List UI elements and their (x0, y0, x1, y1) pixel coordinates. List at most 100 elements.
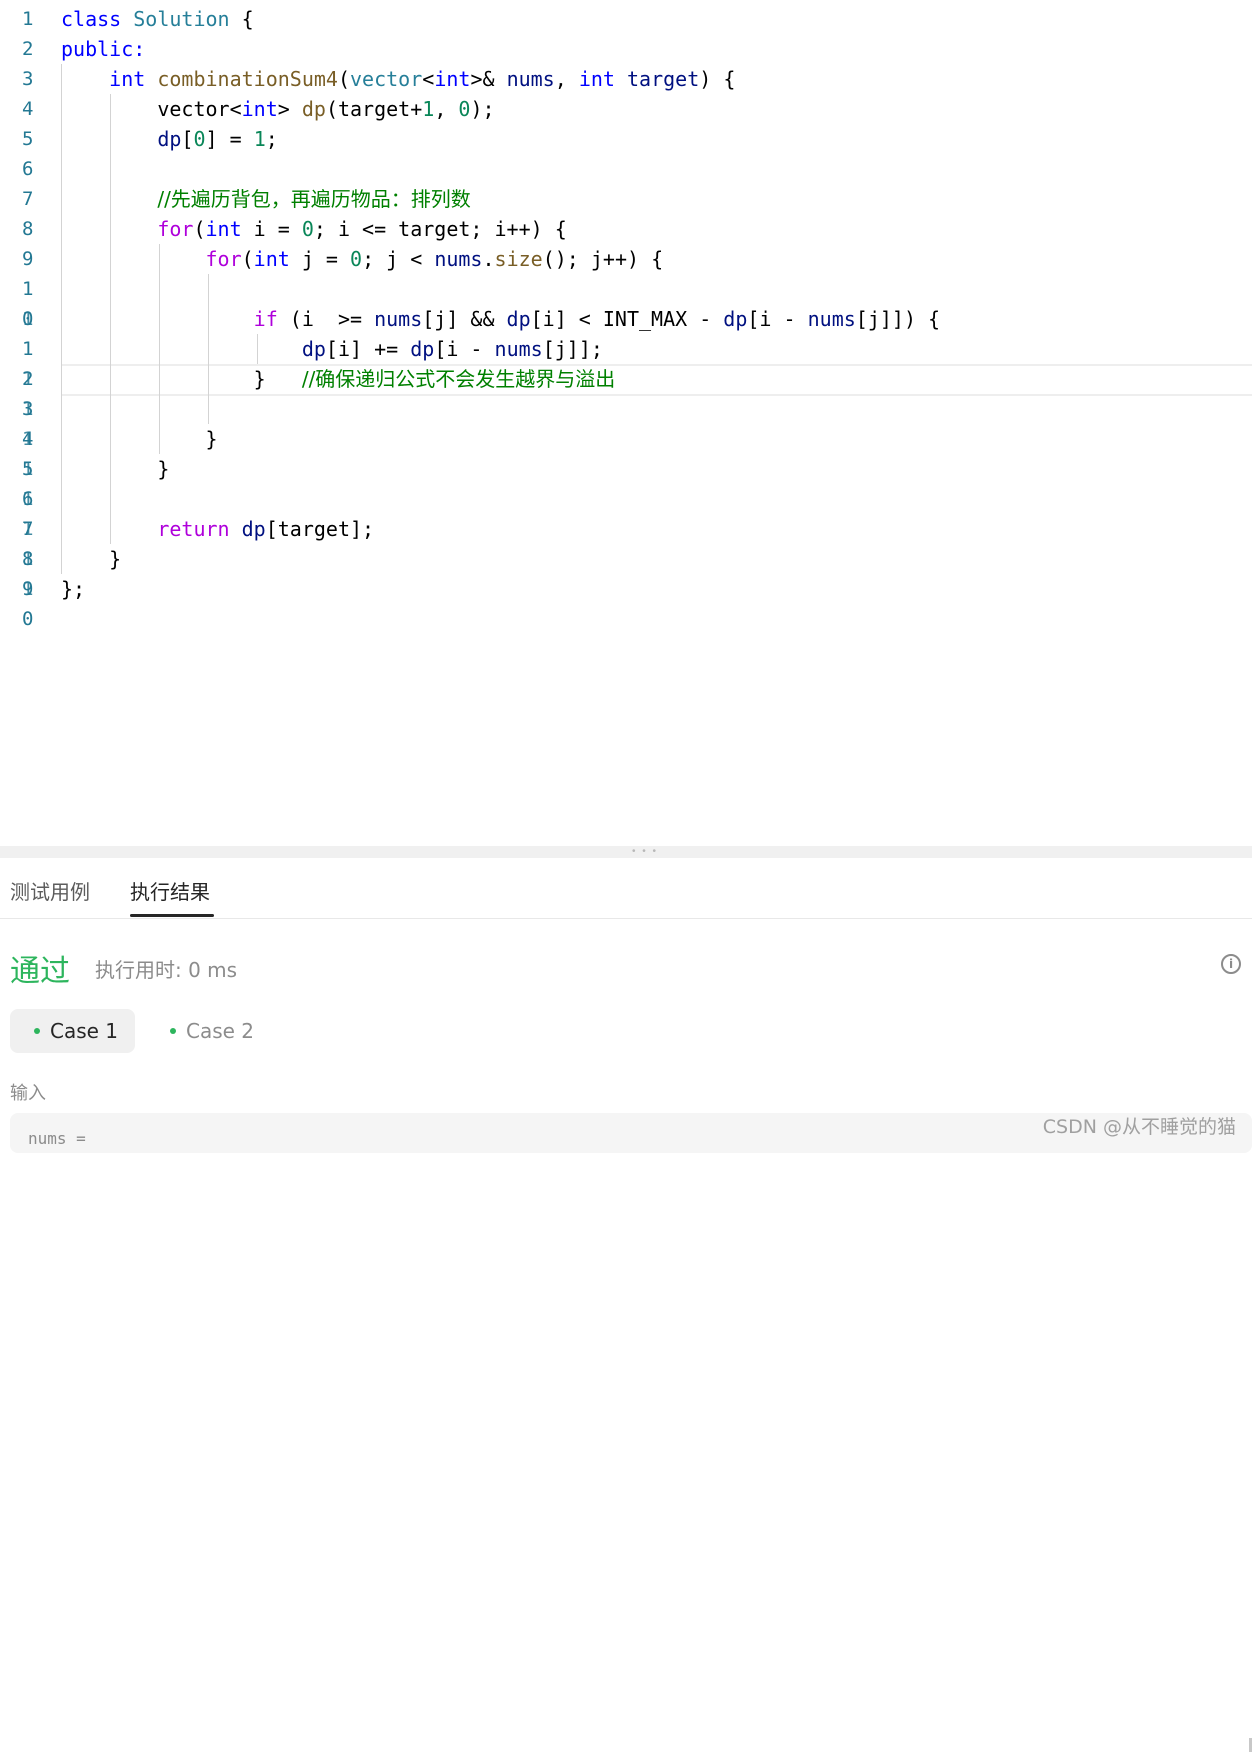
code-token: vector< (61, 97, 242, 121)
code-line[interactable]: if (i >= nums[j] && dp[i] < INT_MAX - dp… (61, 304, 940, 334)
code-line[interactable]: vector<int> dp(target+1, 0); (61, 94, 495, 124)
code-token: dp (301, 97, 326, 121)
code-token: ; j < (362, 247, 435, 271)
code-token: 1 (253, 127, 266, 151)
case-2-button[interactable]: Case 2 (146, 1009, 266, 1053)
info-icon[interactable]: i (1221, 954, 1241, 974)
code-token: } (61, 547, 122, 571)
code-token: ); (470, 97, 495, 121)
code-token: [i - (747, 307, 808, 331)
code-line[interactable]: return dp[target]; (61, 514, 374, 544)
code-token: nums (434, 247, 483, 271)
drag-handle-icon[interactable]: • • • (632, 847, 658, 857)
code-line[interactable]: } (61, 454, 169, 484)
code-token: int (578, 67, 615, 91)
code-token: for (205, 247, 242, 271)
code-token: ( (337, 67, 351, 91)
code-token: Solution (133, 7, 230, 31)
code-token: (target+ (325, 97, 423, 121)
code-token: >& (470, 67, 507, 91)
result-tabs: 测试用例 执行结果 (0, 858, 1252, 1752)
code-line[interactable]: }; (61, 574, 85, 604)
case-1-label: Case 1 (50, 1019, 119, 1043)
code-line[interactable]: for(int i = 0; i <= target; i++) { (61, 214, 566, 244)
code-token: , (434, 97, 459, 121)
code-line[interactable]: } //确保递归公式不会发生越界与溢出 (61, 364, 616, 394)
code-line[interactable]: dp[i] += dp[i - nums[j]]; (61, 334, 603, 364)
tab-testcases[interactable]: 测试用例 (10, 876, 90, 905)
code-token: [i - (434, 337, 495, 361)
code-token: combinationSum4 (157, 67, 338, 91)
case-2-label: Case 2 (186, 1019, 255, 1043)
code-token: int (434, 67, 471, 91)
code-editor[interactable]: 123456789101121314151617181910 class Sol… (0, 0, 1252, 846)
code-token: } (61, 457, 170, 481)
code-token: dp (723, 307, 748, 331)
code-token: target (627, 67, 700, 91)
code-token: [target]; (265, 517, 375, 541)
code-token: dp (301, 337, 326, 361)
code-token: int (109, 67, 146, 91)
code-line[interactable]: int combinationSum4(vector<int>& nums, i… (61, 64, 735, 94)
code-token: public: (61, 37, 146, 61)
code-token: i = (241, 217, 302, 241)
code-line[interactable]: } (61, 424, 218, 454)
code-line[interactable]: for(int j = 0; j < nums.size(); j++) { (61, 244, 664, 274)
code-token: [j] && (422, 307, 507, 331)
code-line[interactable]: public: (61, 34, 145, 64)
code-line[interactable]: //先遍历背包，再遍历物品：排列数 (61, 184, 471, 214)
code-token: for (157, 217, 194, 241)
code-token: nums (494, 337, 543, 361)
code-token: dp (506, 307, 531, 331)
code-token: 0 (193, 127, 206, 151)
code-line[interactable]: } (61, 544, 121, 574)
code-token: ; (265, 127, 278, 151)
active-tab-indicator (130, 914, 214, 917)
case-1-button[interactable]: Case 1 (10, 1009, 135, 1053)
input-label: 输入 (10, 1083, 46, 1104)
code-token: [j]]) { (855, 307, 941, 331)
code-token: } (61, 427, 218, 451)
code-token: nums (506, 67, 555, 91)
tab-results[interactable]: 执行结果 (130, 876, 210, 905)
code-token: int (253, 247, 290, 271)
code-token: 0 (458, 97, 471, 121)
code-token: (i >= (277, 307, 375, 331)
watermark: CSDN @从不睡觉的猫 (1042, 1116, 1236, 1138)
code-line[interactable]: dp[0] = 1; (61, 124, 278, 154)
code-line[interactable]: class Solution { (61, 4, 254, 34)
code-token: , (554, 67, 579, 91)
code-token: [j]]; (542, 337, 603, 361)
code-token: dp (410, 337, 435, 361)
code-token: dp (157, 127, 182, 151)
code-token: }; (61, 577, 86, 601)
code-token: . (482, 247, 495, 271)
code-token: nums (374, 307, 423, 331)
code-token: 0 (301, 217, 314, 241)
pass-dot-icon (170, 1028, 176, 1034)
panel-resize-divider[interactable]: • • • (0, 846, 1252, 858)
code-token: [i] < INT_MAX - (530, 307, 724, 331)
code-comment: //确保递归公式不会发生越界与溢出 (301, 367, 616, 391)
code-token: dp (241, 517, 266, 541)
runtime-label: 执行用时: 0 ms (95, 958, 238, 982)
code-token: ( (241, 247, 254, 271)
code-token: j = (289, 247, 351, 271)
code-token: class (61, 7, 134, 31)
code-token: 0 (350, 247, 363, 271)
code-comment: //先遍历背包，再遍历物品：排列数 (157, 187, 471, 211)
code-token: ) { (699, 67, 736, 91)
pass-dot-icon (34, 1028, 40, 1034)
code-token: > (277, 97, 302, 121)
code-token: int (241, 97, 278, 121)
